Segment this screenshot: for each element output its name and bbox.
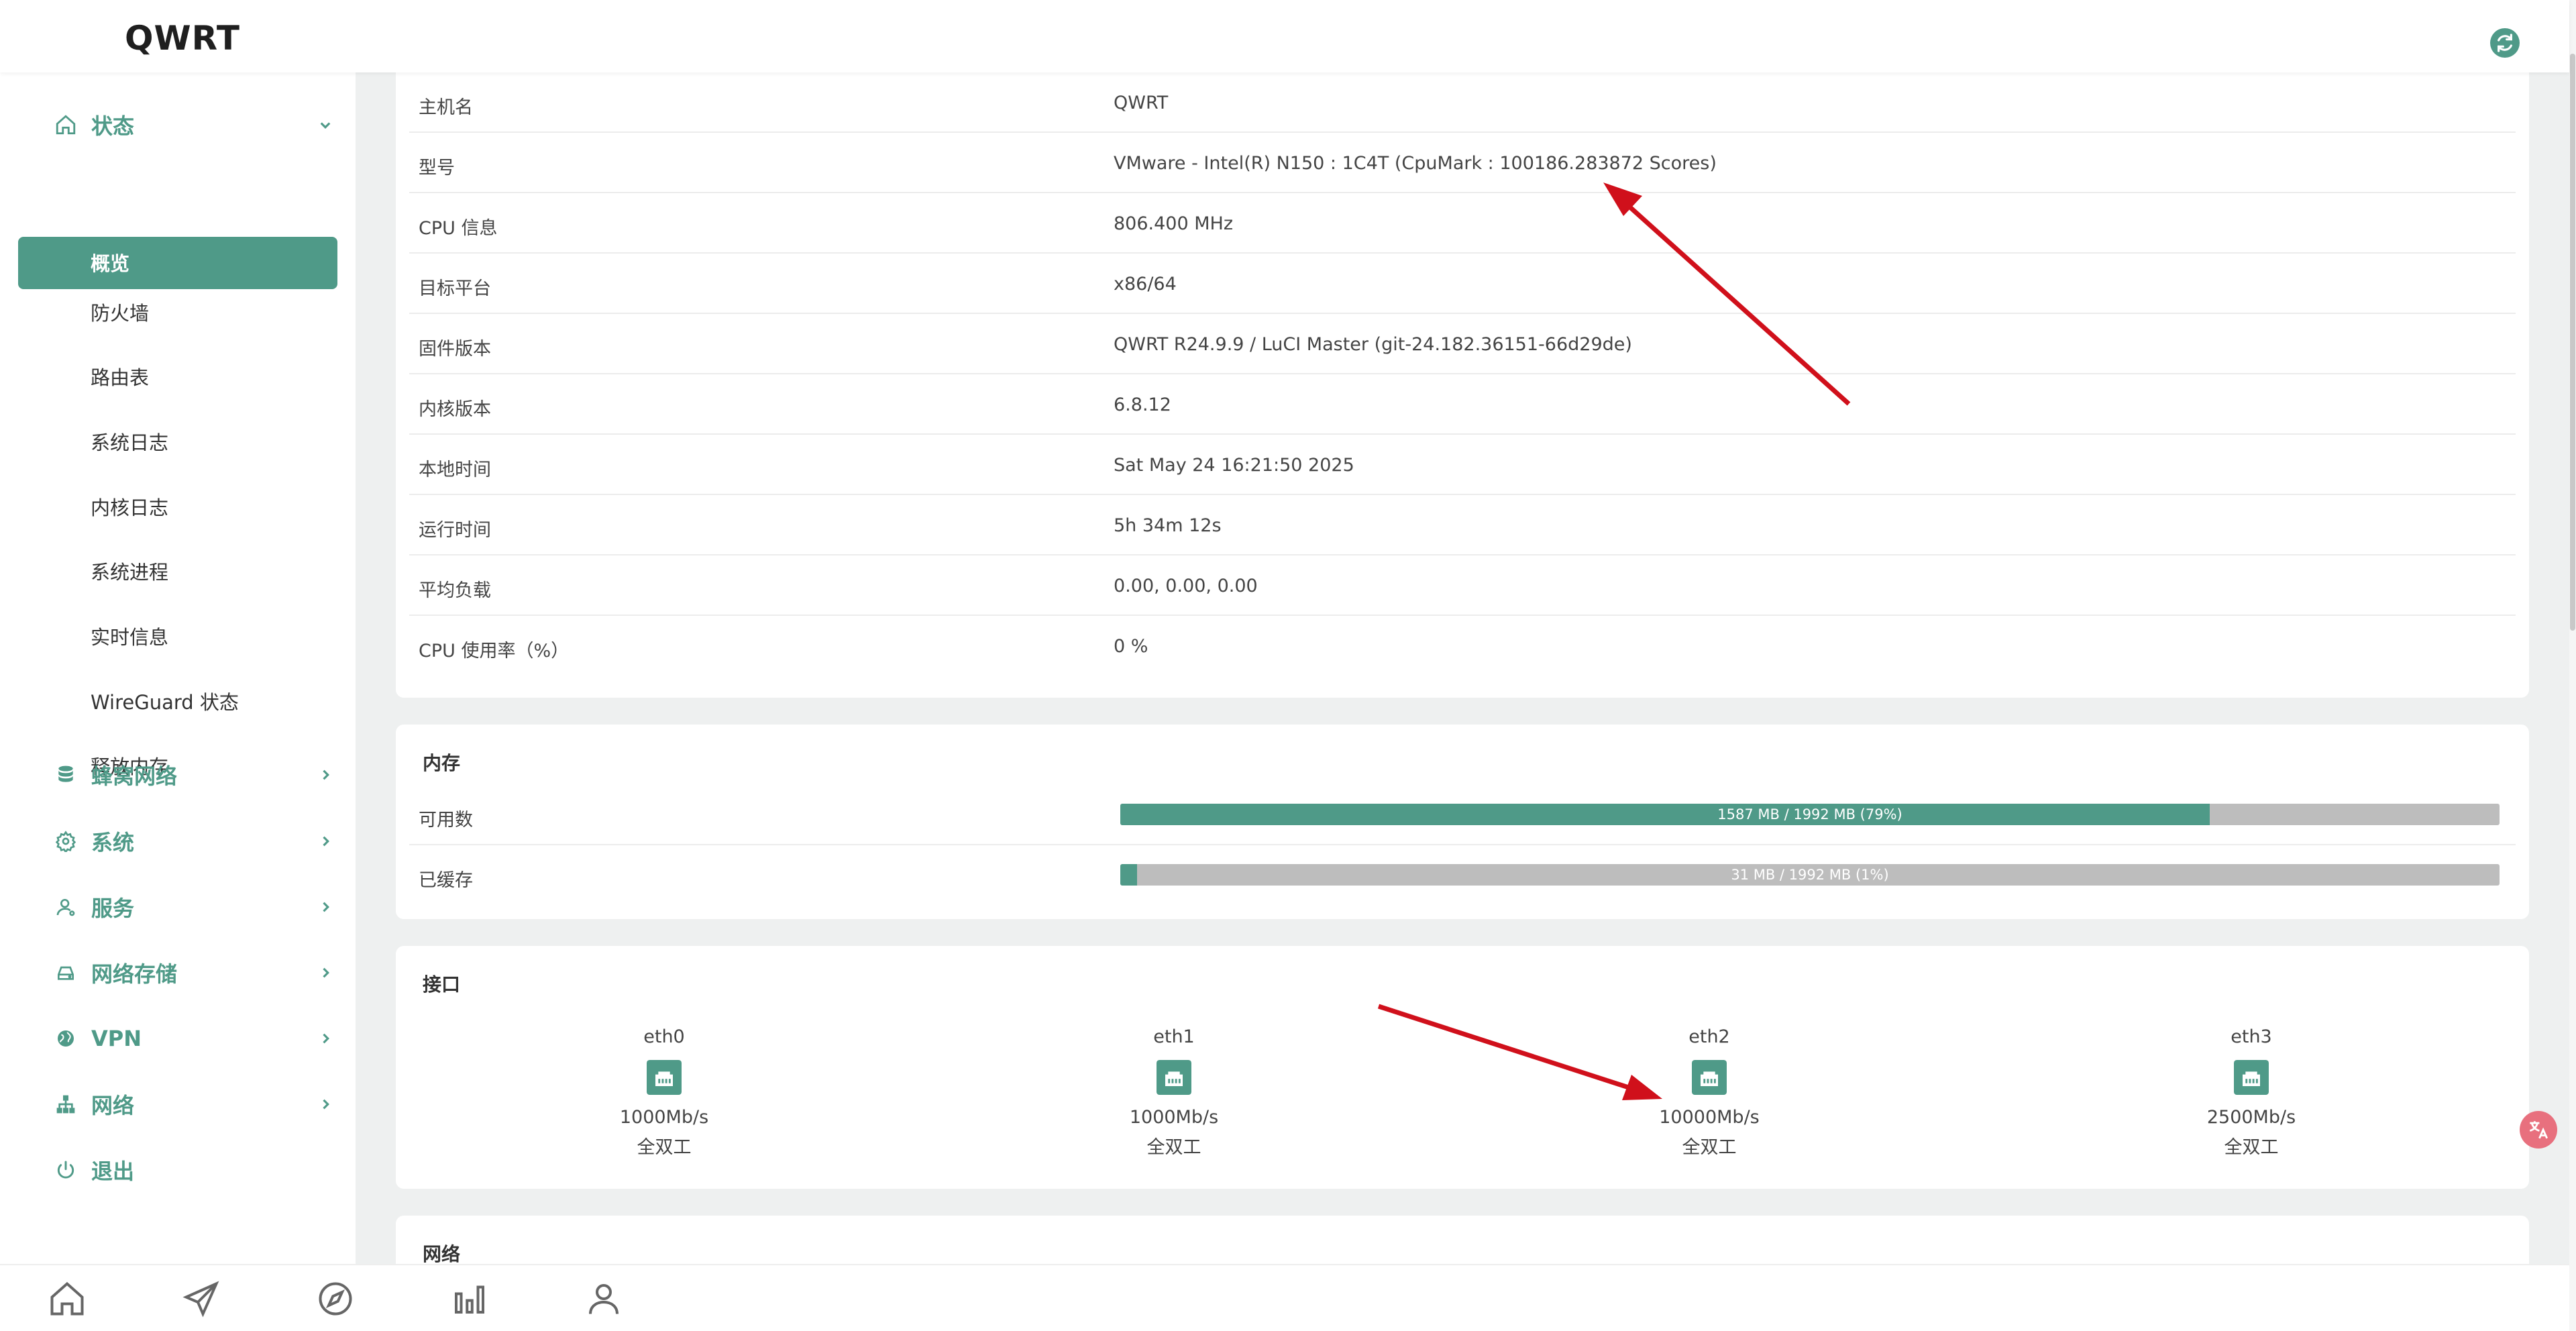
- bottom-tab-bar: [0, 1264, 2569, 1331]
- refresh-icon[interactable]: [2490, 28, 2520, 58]
- user-icon[interactable]: [584, 1279, 624, 1319]
- home-icon[interactable]: [47, 1279, 87, 1319]
- paper-plane-icon[interactable]: [181, 1279, 221, 1319]
- bar-chart-icon[interactable]: [449, 1279, 490, 1319]
- brand-logo[interactable]: QWRT: [125, 19, 240, 58]
- top-header: QWRT: [0, 0, 2569, 72]
- annotation-arrow-model: [1603, 182, 1851, 406]
- translate-icon[interactable]: [2520, 1111, 2557, 1149]
- annotation-arrows: [1377, 182, 1851, 1100]
- page-root: QWRT 状态 概览 防火墙 路由表 系统日志 内核日志 系统进程 实时信息 W…: [0, 0, 2576, 1331]
- annotation-arrow-eth2: [1377, 1004, 1662, 1100]
- compass-icon[interactable]: [315, 1279, 356, 1319]
